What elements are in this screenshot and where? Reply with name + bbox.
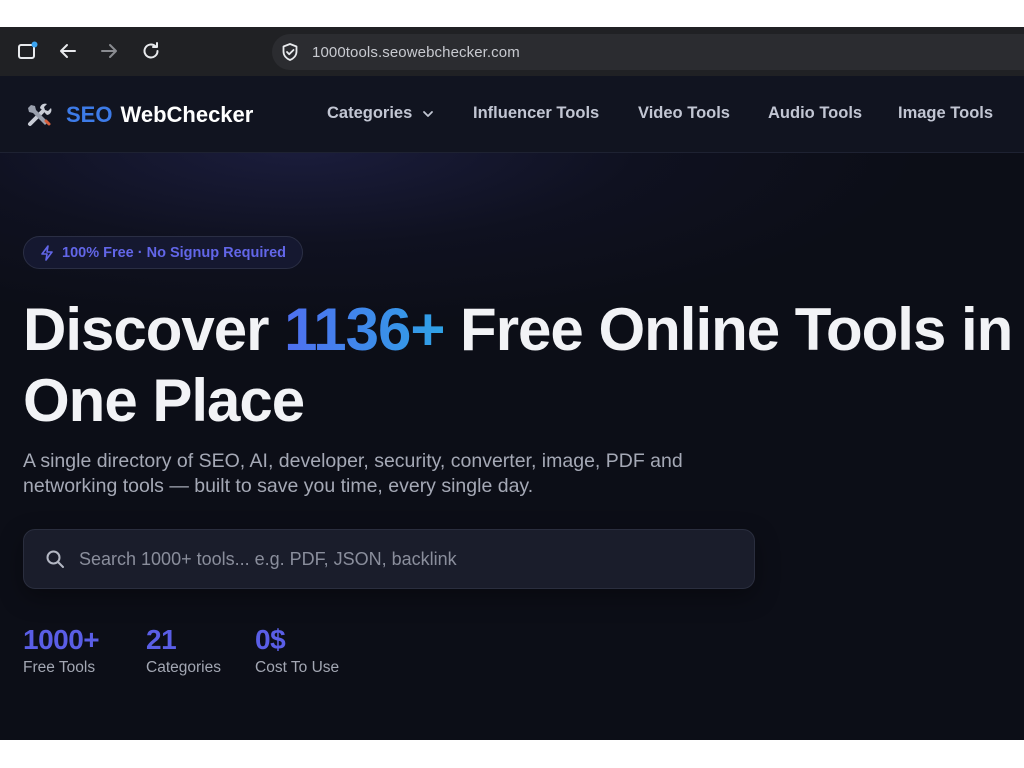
badge-text: 100% Free · No Signup Required: [62, 244, 286, 261]
chevron-down-icon: [422, 108, 434, 120]
stat-label: Cost To Use: [255, 659, 340, 676]
site-logo[interactable]: SEO WebChecker: [26, 102, 253, 128]
tools-icon: [26, 102, 54, 128]
hero-title: Discover 1136+ Free Online Tools in One …: [23, 294, 1024, 436]
url-text[interactable]: 1000tools.seowebchecker.com: [312, 44, 520, 61]
hero-subtitle-line1: A single directory of SEO, AI, developer…: [23, 450, 683, 472]
address-bar[interactable]: 1000tools.seowebchecker.com: [272, 34, 1024, 70]
stat-cost: 0$ Cost To Use: [255, 624, 339, 677]
search-box[interactable]: [23, 529, 755, 589]
search-input[interactable]: [79, 548, 754, 570]
browser-toolbar: 1000tools.seowebchecker.com: [0, 27, 1024, 76]
back-arrow-icon[interactable]: [57, 40, 79, 62]
stat-free-tools: 1000+ Free Tools: [23, 624, 100, 677]
reload-icon[interactable]: [140, 40, 162, 62]
forward-arrow-icon[interactable]: [98, 40, 120, 62]
bottom-margin: [0, 740, 1024, 768]
logo-webchecker-text: WebChecker: [120, 102, 254, 127]
stat-categories: 21 Categories: [146, 624, 221, 677]
stat-value: 0$: [255, 624, 286, 655]
stat-value: 21: [146, 624, 177, 655]
hero-subtitle-line2: networking tools — built to save you tim…: [23, 475, 534, 497]
nav-audio-tools[interactable]: Audio Tools: [768, 104, 862, 123]
tab-icon[interactable]: [17, 40, 39, 62]
free-badge: 100% Free · No Signup Required: [23, 236, 303, 269]
hero-title-post: Free Online Tools in: [444, 296, 1013, 363]
site-header: SEO WebChecker Categories Influencer Too…: [0, 76, 1024, 153]
stat-label: Categories: [146, 659, 221, 676]
lightning-icon: [40, 244, 54, 261]
nav-influencer-tools[interactable]: Influencer Tools: [473, 104, 599, 123]
hero-subtitle: A single directory of SEO, AI, developer…: [23, 449, 783, 499]
nav-categories[interactable]: Categories: [327, 104, 434, 123]
website: SEO WebChecker Categories Influencer Too…: [0, 76, 1024, 740]
logo-seo-text: SEO: [66, 102, 113, 127]
hero-title-pre: Discover: [23, 296, 285, 363]
hero-title-highlight: 1136+: [284, 296, 445, 363]
stat-value: 1000+: [23, 624, 100, 655]
stat-label: Free Tools: [23, 659, 96, 676]
search-icon: [45, 549, 65, 569]
nav-video-tools[interactable]: Video Tools: [638, 104, 730, 123]
nav-categories-label: Categories: [327, 104, 413, 122]
top-margin: [0, 0, 1024, 27]
hero-title-line2: One Place: [23, 367, 305, 434]
nav-image-tools[interactable]: Image Tools: [898, 104, 993, 123]
shield-icon[interactable]: [280, 42, 300, 62]
